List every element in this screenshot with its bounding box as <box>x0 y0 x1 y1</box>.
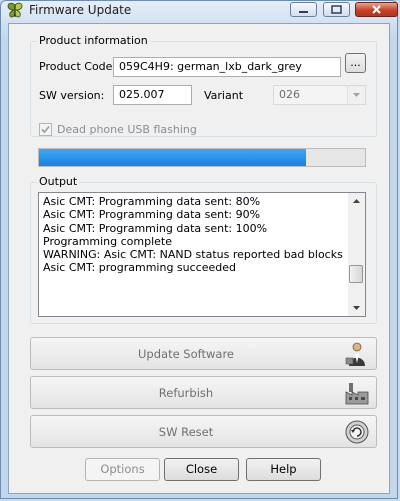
product-code-label: Product Code: <box>39 60 117 73</box>
butterfly-app-icon <box>7 2 23 18</box>
progress-bar <box>38 148 366 167</box>
firmware-update-window: Firmware Update Product information Prod… <box>0 0 398 499</box>
output-line: Asic CMT: Programming data sent: 100% <box>43 221 268 235</box>
output-scrollbar[interactable] <box>348 193 365 316</box>
sw-version-label: SW version: <box>39 89 105 102</box>
close-button[interactable]: Close <box>164 458 239 481</box>
output-line: WARNING: Asic CMT: NAND status reported … <box>43 248 343 262</box>
output-log[interactable]: Asic CMT: Programming data sent: 80% Asic… <box>38 192 366 317</box>
close-icon <box>372 5 381 14</box>
reset-icon <box>345 420 369 444</box>
person-update-icon <box>345 342 365 366</box>
output-line: Asic CMT: Programming data sent: 80% <box>43 195 261 208</box>
browse-product-button[interactable]: ... <box>345 53 366 73</box>
factory-icon <box>345 383 369 405</box>
product-code-field[interactable]: 059C4H9: german_lxb_dark_grey <box>113 57 341 77</box>
maximize-icon <box>331 5 342 14</box>
arrow-down-icon <box>353 306 360 310</box>
minimize-button[interactable] <box>290 2 317 17</box>
dead-phone-checkbox[interactable] <box>39 123 52 136</box>
variant-select[interactable]: 026 <box>273 85 366 105</box>
sw-reset-button[interactable]: SW Reset <box>30 415 377 448</box>
minimize-icon <box>299 11 308 13</box>
close-window-button[interactable] <box>355 2 398 17</box>
output-line: Programming complete <box>43 234 173 248</box>
variant-label: Variant <box>204 89 244 102</box>
dead-phone-label: Dead phone USB flashing <box>57 123 197 136</box>
scroll-up-button[interactable] <box>348 193 365 210</box>
window-title: Firmware Update <box>29 3 132 17</box>
maximize-button[interactable] <box>323 2 350 17</box>
sw-version-field[interactable]: 025.007 <box>113 85 192 105</box>
chevron-down-icon <box>353 93 360 97</box>
output-lines: Asic CMT: Programming data sent: 80% Asic… <box>43 195 345 275</box>
help-button[interactable]: Help <box>246 458 321 481</box>
update-software-button[interactable]: Update Software <box>30 337 377 370</box>
refurbish-label: Refurbish <box>158 386 214 400</box>
checkmark-icon <box>41 125 50 134</box>
output-label: Output <box>37 175 80 188</box>
arrow-up-icon <box>353 199 360 203</box>
scroll-thumb[interactable] <box>349 265 363 283</box>
refurbish-button[interactable]: Refurbish <box>30 376 377 409</box>
output-line: Asic CMT: Programming data sent: 90% <box>43 208 261 222</box>
progress-fill <box>39 149 307 166</box>
dropdown-arrow-button[interactable] <box>347 86 365 104</box>
update-software-label: Update Software <box>138 347 234 361</box>
title-bar[interactable]: Firmware Update <box>1 1 398 21</box>
output-line: Asic CMT: programming succeeded <box>43 261 236 275</box>
dialog-client-area: Product information Product Code: 059C4H… <box>8 23 390 494</box>
sw-reset-label: SW Reset <box>158 425 214 439</box>
scroll-down-button[interactable] <box>348 299 365 316</box>
options-button[interactable]: Options <box>85 458 160 481</box>
product-information-label: Product information <box>37 34 150 47</box>
variant-value: 026 <box>279 88 300 101</box>
